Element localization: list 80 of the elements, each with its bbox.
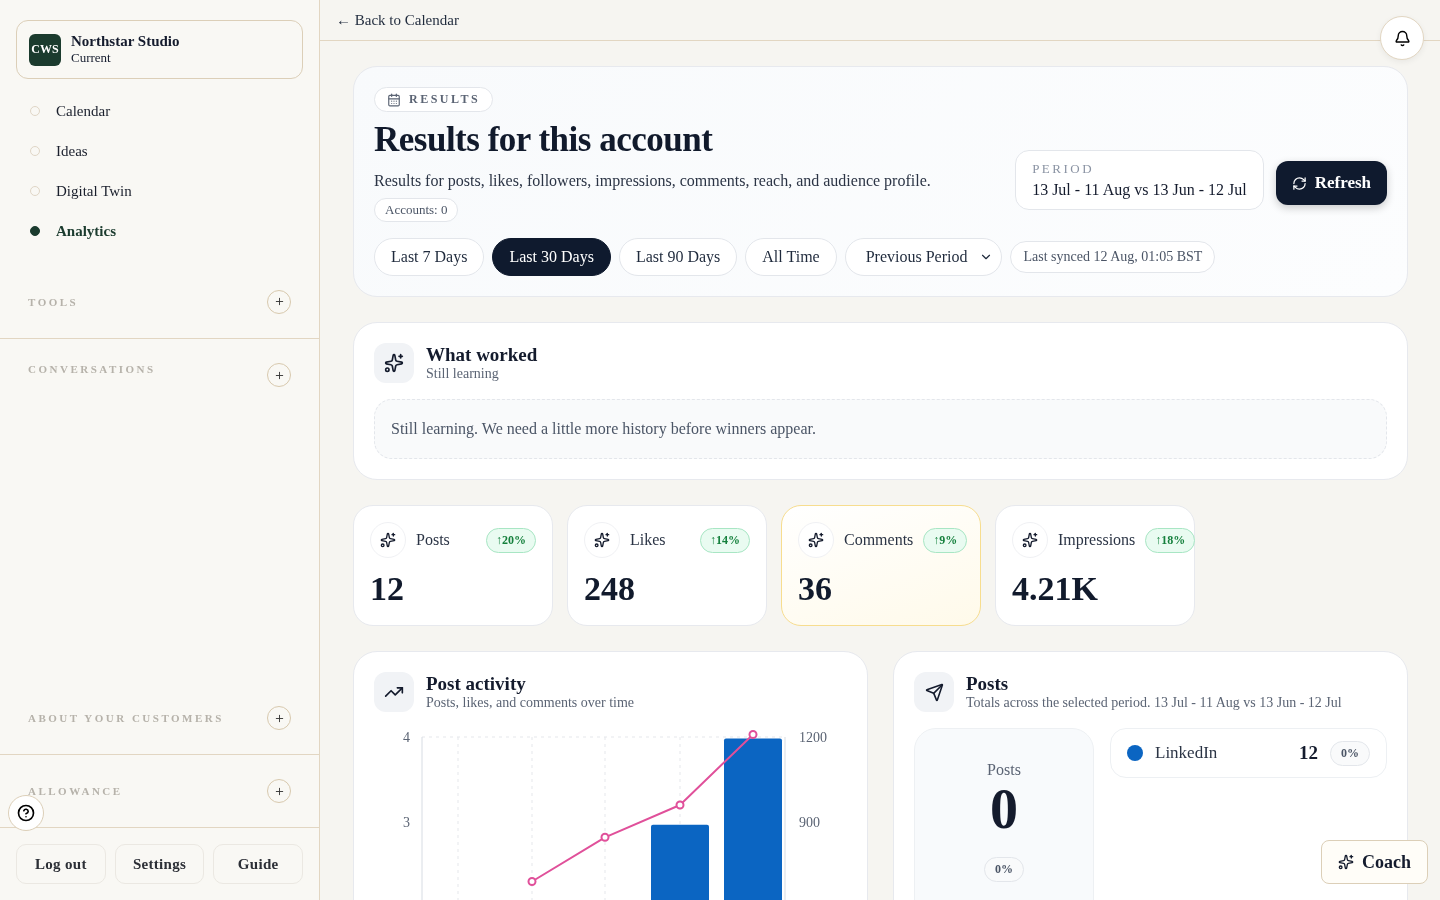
- card-title: What worked: [426, 344, 538, 366]
- nav-item[interactable]: Calendar: [30, 91, 319, 131]
- stat-label: Likes: [630, 531, 667, 549]
- nav-item[interactable]: Analytics: [30, 211, 319, 251]
- plus-icon: [273, 369, 285, 381]
- range-tab[interactable]: Last 7 Days: [374, 238, 485, 276]
- platform-value: 12: [1299, 742, 1318, 764]
- plus-icon: [273, 296, 285, 307]
- page-description: Results for posts, likes, followers, impressions, comments, reach, and audience profile.: [374, 172, 931, 190]
- footer-button[interactable]: Log out: [16, 844, 106, 884]
- stat-value: 248: [584, 570, 636, 608]
- stat-label: Posts: [416, 531, 451, 549]
- card-title: Post activity: [426, 673, 527, 695]
- chart-point: [748, 729, 758, 739]
- range-tab[interactable]: Last 30 Days: [492, 238, 611, 276]
- coach-button[interactable]: Coach: [1321, 840, 1428, 884]
- card-subtitle: Posts, likes, and comments over time: [426, 695, 635, 711]
- help-icon: [17, 804, 35, 822]
- compare-select[interactable]: Previous Period: [844, 238, 1003, 276]
- range-tab[interactable]: Last 90 Days: [618, 238, 738, 276]
- footer-button[interactable]: Settings: [114, 844, 205, 884]
- plus-icon: [273, 712, 285, 724]
- chart-point: [527, 877, 537, 886]
- card-subtitle: Totals across the selected period. 13 Jul - 11 Aug vs 13 Jun - 12 Jul: [966, 695, 1342, 711]
- send-icon: [914, 672, 954, 712]
- card-title: Posts: [966, 673, 1010, 695]
- footer-button[interactable]: Guide: [213, 844, 303, 884]
- plus-icon: [273, 785, 285, 797]
- period-label: PERIOD: [1032, 161, 1096, 177]
- account-avatar: CWS: [29, 33, 61, 66]
- total-label: Posts: [987, 761, 1021, 779]
- stat-value: 4.21K: [1012, 570, 1099, 608]
- axis-label: 3: [403, 815, 410, 830]
- trend-up-icon: [374, 672, 414, 712]
- change-badge: ↑9%: [923, 527, 968, 553]
- axis-label: 900: [799, 815, 820, 830]
- nav-item[interactable]: Ideas: [30, 131, 319, 171]
- nav-dot-icon: [30, 226, 40, 236]
- range-tab[interactable]: All Time: [745, 238, 837, 276]
- platform-name: LinkedIn: [1155, 743, 1219, 763]
- empty-state-message: Still learning. We need a little more history before winners appear.: [374, 399, 1387, 459]
- sparkles-icon: [374, 343, 414, 383]
- section-title: ALLOWANCE: [28, 785, 123, 797]
- section-title: CONVERSATIONS: [28, 363, 156, 375]
- account-status: Current: [71, 50, 112, 66]
- change-badge: 0%: [984, 857, 1024, 882]
- accounts-count: Accounts: 0: [374, 198, 459, 222]
- refresh-icon: [1291, 175, 1307, 191]
- back-link[interactable]: ← Back to Calendar: [336, 11, 459, 29]
- stat-value: 36: [798, 570, 833, 608]
- stat-label: Comments: [844, 531, 914, 549]
- period-value: 13 Jul - 11 Aug vs 13 Jun - 12 Jul: [1032, 181, 1247, 199]
- sparkles-icon: [1012, 522, 1048, 558]
- stat-value: 12: [370, 570, 405, 608]
- sparkles-icon: [798, 522, 834, 558]
- change-badge: ↑14%: [700, 527, 750, 553]
- sparkles-icon: [370, 522, 406, 558]
- stat-label: Impressions: [1058, 531, 1136, 549]
- nav-item[interactable]: Digital Twin: [30, 171, 319, 211]
- card-subtitle: Still learning: [426, 366, 500, 382]
- axis-label: 4: [403, 730, 410, 745]
- sync-status: Last synced 12 Aug, 01:05 BST: [1010, 241, 1216, 273]
- change-badge: ↑20%: [486, 527, 536, 553]
- section-badge: RESULTS: [374, 87, 494, 112]
- total-value: 0: [990, 781, 1018, 837]
- refresh-button[interactable]: Refresh: [1275, 161, 1387, 205]
- calendar-icon: [387, 92, 401, 107]
- bell-icon: [1393, 29, 1411, 47]
- chart-point: [600, 832, 610, 842]
- sparkles-icon: [584, 522, 620, 558]
- account-name: Northstar Studio: [71, 33, 180, 50]
- sparkles-icon: [1338, 854, 1354, 870]
- chart-point: [675, 800, 685, 810]
- change-badge: 0%: [1330, 740, 1370, 766]
- change-badge: ↑18%: [1145, 527, 1196, 553]
- section-title: ABOUT YOUR CUSTOMERS: [28, 712, 224, 724]
- section-title: TOOLS: [28, 295, 79, 308]
- notifications-button[interactable]: [1380, 16, 1424, 60]
- axis-label: 1200: [799, 730, 827, 745]
- page-title: Results for this account: [374, 120, 714, 160]
